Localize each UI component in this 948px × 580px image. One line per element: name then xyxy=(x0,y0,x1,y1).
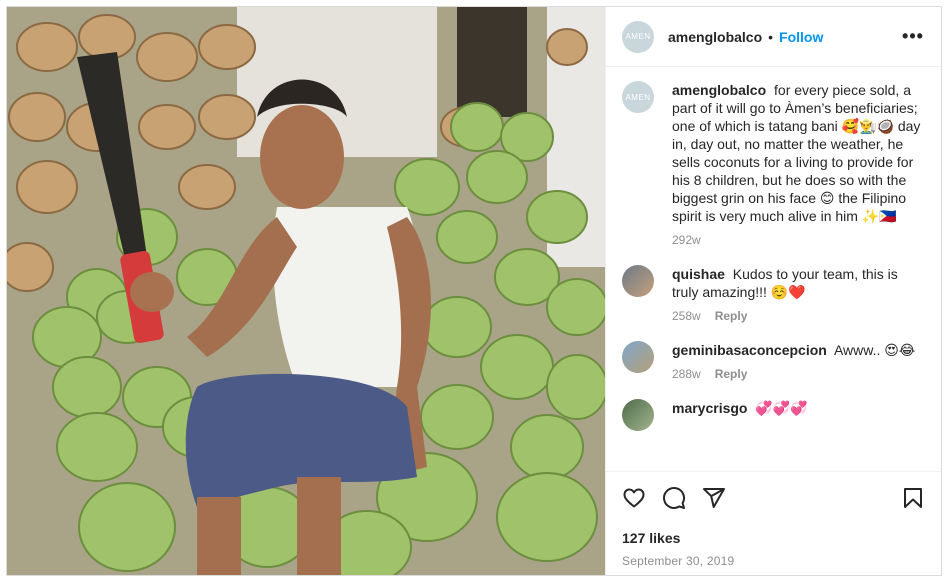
caption-time[interactable]: 292w xyxy=(672,233,701,247)
author-username[interactable]: amenglobalco xyxy=(668,29,762,45)
comment-text: Awww.. 😍😂 xyxy=(833,342,916,358)
comments-list[interactable]: AMEN amenglobalco for every piece sold, … xyxy=(606,67,941,472)
comment-text-block: geminibasaconcepcion Awww.. 😍😂 xyxy=(672,341,915,359)
comment-time[interactable]: 288w xyxy=(672,367,701,381)
comment-text-block: quishae Kudos to your team, this is trul… xyxy=(672,265,925,301)
comment-time[interactable]: 258w xyxy=(672,309,701,323)
comment-text: 💞💞💞 xyxy=(755,400,808,416)
reply-button[interactable]: Reply xyxy=(715,367,748,381)
commenter-avatar[interactable] xyxy=(622,341,654,373)
reply-button[interactable]: Reply xyxy=(715,309,748,323)
comment-meta: 258w Reply xyxy=(672,309,925,323)
caption-text-block: amenglobalco for every piece sold, a par… xyxy=(672,81,925,225)
comment-meta: 288w Reply xyxy=(672,367,915,381)
comment-text-block: marycrisgo 💞💞💞 xyxy=(672,399,808,417)
likes-count[interactable]: 127 likes xyxy=(622,530,925,546)
caption-meta: 292w xyxy=(672,233,925,247)
comment-username[interactable]: marycrisgo xyxy=(672,400,747,416)
post-date[interactable]: September 30, 2019 xyxy=(622,554,925,568)
caption-avatar-text: AMEN xyxy=(625,92,651,102)
commenter-avatar[interactable] xyxy=(622,399,654,431)
post-footer: 127 likes September 30, 2019 xyxy=(606,471,941,575)
author-avatar[interactable]: AMEN xyxy=(622,20,654,53)
more-dots: ••• xyxy=(902,26,924,46)
comment-item: marycrisgo 💞💞💞 xyxy=(622,399,925,431)
avatar-text: AMEN xyxy=(625,32,651,41)
post-modal: AMEN amenglobalco • Follow ••• AMEN amen… xyxy=(6,6,942,576)
post-photo[interactable] xyxy=(7,7,605,575)
commenter-avatar[interactable] xyxy=(622,265,654,297)
photo-illustration xyxy=(7,7,605,575)
action-bar xyxy=(622,482,925,514)
share-icon[interactable] xyxy=(702,486,726,510)
post-side-panel: AMEN amenglobalco • Follow ••• AMEN amen… xyxy=(605,7,941,575)
comment-username[interactable]: quishae xyxy=(672,266,725,282)
separator-dot: • xyxy=(768,28,774,45)
caption-username[interactable]: amenglobalco xyxy=(672,82,766,98)
heart-icon[interactable] xyxy=(622,486,646,510)
caption-text: for every piece sold, a part of it will … xyxy=(672,82,921,224)
caption: AMEN amenglobalco for every piece sold, … xyxy=(622,81,925,247)
more-options-icon[interactable]: ••• xyxy=(901,25,925,49)
comment-item: quishae Kudos to your team, this is trul… xyxy=(622,265,925,323)
comment-item: geminibasaconcepcion Awww.. 😍😂 288w Repl… xyxy=(622,341,925,381)
post-header: AMEN amenglobalco • Follow ••• xyxy=(606,7,941,67)
follow-button[interactable]: Follow xyxy=(779,29,823,45)
caption-avatar[interactable]: AMEN xyxy=(622,81,654,113)
comment-username[interactable]: geminibasaconcepcion xyxy=(672,342,827,358)
comment-icon[interactable] xyxy=(662,486,686,510)
bookmark-icon[interactable] xyxy=(901,486,925,510)
